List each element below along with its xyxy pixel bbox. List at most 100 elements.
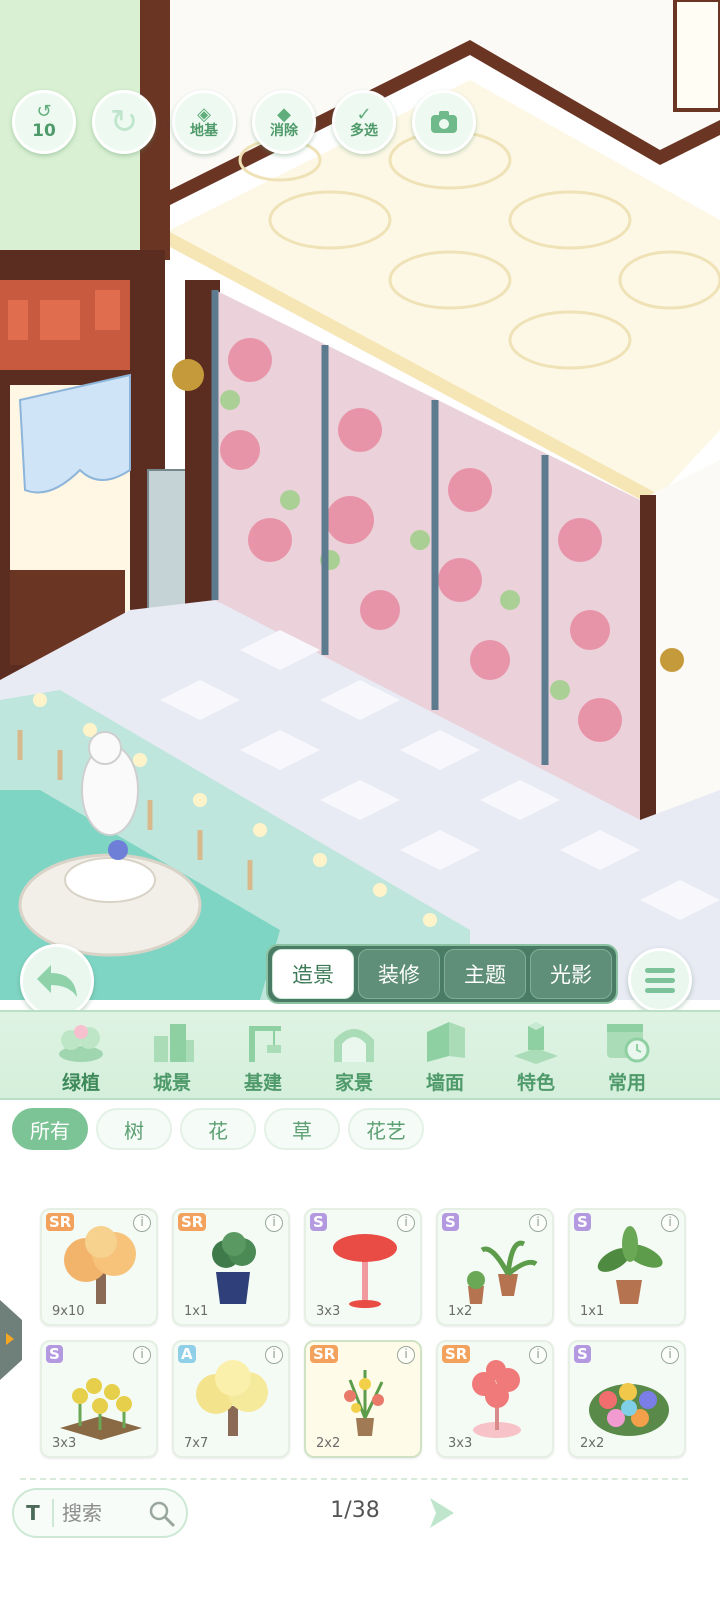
rarity-badge: SR: [310, 1345, 339, 1363]
back-arrow-icon: [37, 965, 77, 997]
rarity-badge: S: [46, 1345, 63, 1363]
tab-scenery[interactable]: 造景: [272, 949, 354, 999]
erase-button[interactable]: ◆ 消除: [252, 90, 316, 154]
multiselect-button[interactable]: ✓ 多选: [332, 90, 396, 154]
potted-ferns-icon: [467, 1240, 538, 1304]
item-size: 2x2: [316, 1436, 341, 1451]
tab-lighting[interactable]: 光影: [530, 949, 612, 999]
menu-icon-bar: [645, 987, 675, 993]
potted-leafy-plant-icon: [597, 1226, 663, 1304]
item-card[interactable]: SR i 3x3: [436, 1340, 554, 1458]
search-box: T: [12, 1488, 188, 1538]
category-wall[interactable]: 墙面: [404, 1018, 486, 1098]
colorful-flower-bed-icon: [589, 1383, 669, 1436]
info-icon[interactable]: i: [397, 1214, 415, 1232]
item-card[interactable]: S i 2x2: [568, 1340, 686, 1458]
item-card[interactable]: S i 1x1: [568, 1208, 686, 1326]
info-icon[interactable]: i: [529, 1346, 547, 1364]
camera-icon: [431, 111, 457, 133]
city-icon: [154, 1024, 194, 1062]
category-label: 特色: [516, 1072, 555, 1094]
tab-theme[interactable]: 主题: [444, 949, 526, 999]
rarity-badge: S: [310, 1213, 327, 1231]
item-card[interactable]: A i 7x7: [172, 1340, 290, 1458]
category-construction[interactable]: 基建: [222, 1018, 304, 1098]
plant-icon: [59, 1025, 103, 1062]
multiselect-icon: ✓: [356, 103, 372, 125]
eraser-icon: ◆: [277, 103, 291, 125]
item-size: 3x3: [448, 1436, 473, 1451]
rarity-badge: SR: [46, 1213, 75, 1231]
back-button[interactable]: [20, 944, 94, 1018]
flower-arrangement-icon: [344, 1370, 384, 1436]
item-size: 1x1: [580, 1304, 605, 1319]
pink-balloon-tree-icon: [472, 1360, 521, 1438]
multiselect-label: 多选: [350, 122, 378, 139]
menu-icon-bar: [645, 977, 675, 983]
home-icon: [334, 1029, 374, 1062]
rarity-badge: S: [442, 1213, 459, 1231]
tab-decoration[interactable]: 装修: [358, 949, 440, 999]
redo-icon: ↻: [109, 102, 139, 142]
info-icon[interactable]: i: [133, 1214, 151, 1232]
divider: [20, 1478, 688, 1480]
yellow-flower-bed-icon: [60, 1378, 142, 1440]
item-card[interactable]: S i 3x3: [40, 1340, 158, 1458]
side-panel-toggle[interactable]: [0, 1300, 22, 1380]
yellow-blossom-tree-icon: [196, 1360, 268, 1436]
info-icon[interactable]: i: [529, 1214, 547, 1232]
filter-all[interactable]: 所有: [12, 1108, 88, 1150]
category-greenery[interactable]: 绿植: [40, 1018, 122, 1098]
info-icon[interactable]: i: [661, 1346, 679, 1364]
item-card[interactable]: S i 3x3: [304, 1208, 422, 1326]
erase-label: 消除: [270, 122, 298, 139]
info-icon[interactable]: i: [397, 1346, 415, 1364]
next-page-button[interactable]: [424, 1494, 460, 1532]
category-label: 城景: [152, 1072, 191, 1094]
info-icon[interactable]: i: [133, 1346, 151, 1364]
item-card[interactable]: SR i 9x10: [40, 1208, 158, 1326]
rarity-badge: S: [574, 1213, 591, 1231]
filter-flower[interactable]: 花: [180, 1108, 256, 1150]
red-umbrella-tree-icon: [333, 1234, 397, 1308]
text-format-icon[interactable]: T: [14, 1499, 54, 1527]
category-special[interactable]: 特色: [495, 1018, 577, 1098]
menu-button[interactable]: [628, 948, 692, 1012]
rarity-badge: A: [178, 1345, 196, 1363]
item-card[interactable]: S i 1x2: [436, 1208, 554, 1326]
special-icon: [514, 1022, 558, 1064]
item-size: 1x1: [184, 1304, 209, 1319]
category-cityscape[interactable]: 城景: [131, 1018, 213, 1098]
item-size: 9x10: [52, 1304, 85, 1319]
rarity-badge: S: [574, 1345, 591, 1363]
redo-button[interactable]: ↻: [92, 90, 156, 154]
search-input[interactable]: [62, 1501, 152, 1525]
item-size: 3x3: [316, 1304, 341, 1319]
filter-chips: 所有 树 花 草 花艺: [12, 1108, 424, 1150]
camera-button[interactable]: [412, 90, 476, 154]
golden-tree-icon: [64, 1226, 136, 1304]
undo-button[interactable]: ↺ 10: [12, 90, 76, 154]
filter-tree[interactable]: 树: [96, 1108, 172, 1150]
category-label: 家景: [334, 1072, 373, 1094]
category-frequent[interactable]: 常用: [586, 1018, 668, 1098]
search-icon[interactable]: [148, 1500, 176, 1528]
item-size: 1x2: [448, 1304, 473, 1319]
item-card[interactable]: SR i 2x2: [304, 1340, 422, 1458]
item-card[interactable]: SR i 1x1: [172, 1208, 290, 1326]
item-size: 3x3: [52, 1436, 77, 1451]
category-home[interactable]: 家景: [313, 1018, 395, 1098]
info-icon[interactable]: i: [265, 1214, 283, 1232]
item-size: 2x2: [580, 1436, 605, 1451]
category-label: 常用: [607, 1072, 646, 1094]
foundation-button[interactable]: ◈ 地基: [172, 90, 236, 154]
filter-floral-art[interactable]: 花艺: [348, 1108, 424, 1150]
page-indicator: 1/38: [330, 1498, 380, 1523]
info-icon[interactable]: i: [661, 1214, 679, 1232]
foundation-icon: ◈: [197, 103, 211, 125]
mode-tabs: 造景 装修 主题 光影: [266, 944, 618, 1004]
wall-icon: [427, 1022, 465, 1062]
info-icon[interactable]: i: [265, 1346, 283, 1364]
filter-grass[interactable]: 草: [264, 1108, 340, 1150]
category-label: 基建: [243, 1072, 282, 1094]
